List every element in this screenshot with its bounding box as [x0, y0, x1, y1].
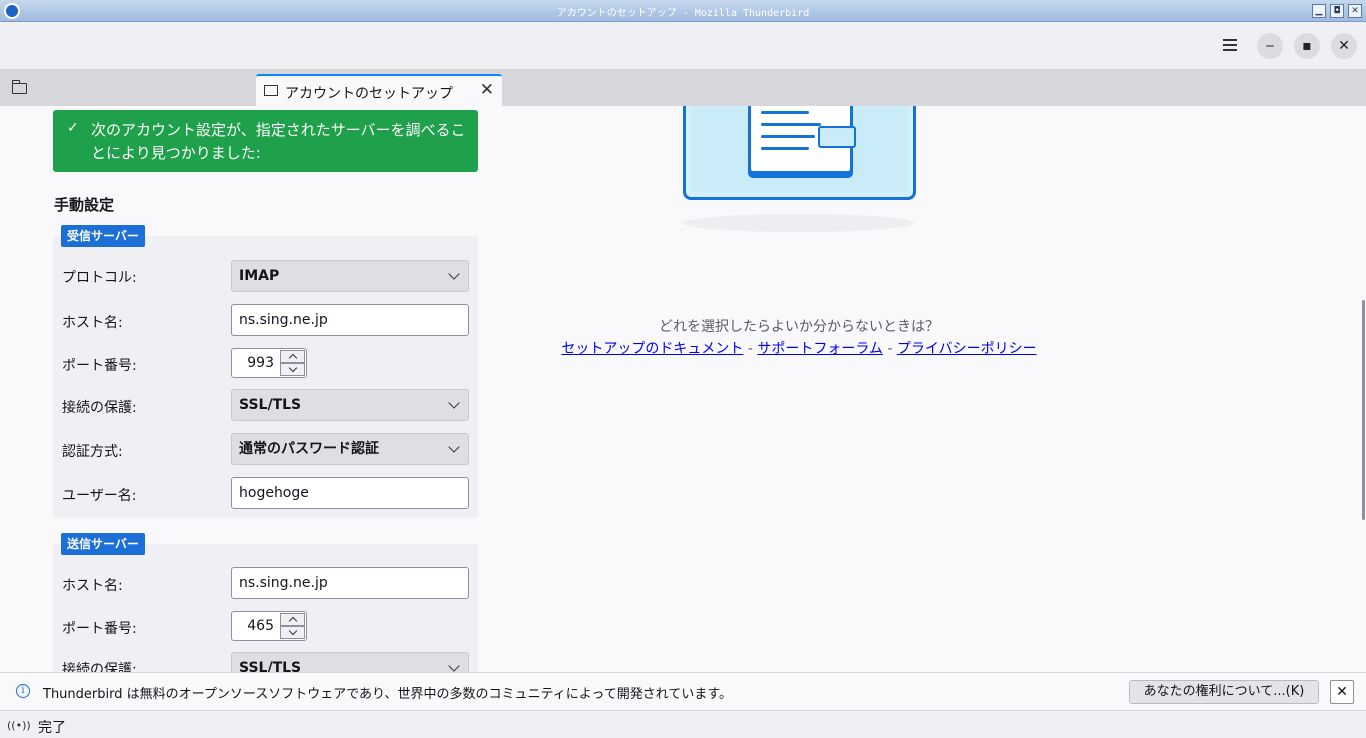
chevron-down-icon — [448, 441, 460, 453]
success-message: 次のアカウント設定が、指定されたサーバーを調べることにより見つかりました: — [91, 121, 466, 162]
outgoing-port-stepper[interactable]: 465 — [231, 611, 307, 641]
minimize-button[interactable]: ‒ — [1257, 33, 1283, 59]
close-button[interactable]: ✕ — [1331, 33, 1357, 59]
increment-icon[interactable] — [280, 350, 305, 363]
check-icon: ✓ — [67, 120, 79, 136]
increment-icon[interactable] — [280, 613, 305, 626]
chevron-down-icon — [448, 397, 460, 409]
status-text: 完了 — [38, 720, 66, 736]
incoming-security-select[interactable]: SSL/TLS — [231, 389, 469, 421]
incoming-security-label: 接続の保護: — [62, 400, 137, 416]
window-close-button[interactable]: ✕ — [1348, 4, 1362, 18]
outgoing-security-label: 接続の保護: — [62, 662, 137, 672]
incoming-port-stepper[interactable]: 993 — [231, 348, 307, 378]
privacy-policy-link[interactable]: プライバシーポリシー — [897, 341, 1037, 357]
outgoing-host-label: ホスト名: — [62, 578, 123, 594]
status-bar: ((•)) 完了 — [0, 710, 1366, 738]
link-separator: - — [743, 341, 758, 357]
envelope-icon — [264, 85, 278, 96]
chevron-down-icon — [448, 268, 460, 280]
incoming-host-label: ホスト名: — [62, 315, 123, 331]
tab-bar: アカウントのセットアップ ✕ — [0, 70, 1366, 106]
success-banner: ✓ 次のアカウント設定が、指定されたサーバーを調べることにより見つかりました: — [53, 110, 478, 172]
incoming-server-badge: 受信サーバー — [61, 225, 145, 247]
notification-close-icon[interactable]: ✕ — [1330, 680, 1354, 704]
window-titlebar: アカウントのセットアップ - Mozilla Thunderbird ▁ ◘ ✕ — [0, 0, 1366, 22]
window-title: アカウントのセットアップ - Mozilla Thunderbird — [556, 8, 810, 19]
help-links: セットアップのドキュメント - サポートフォーラム - プライバシーポリシー — [540, 338, 1058, 358]
content-scrollbar[interactable] — [1360, 106, 1366, 672]
account-setup-content: ✓ 次のアカウント設定が、指定されたサーバーを調べることにより見つかりました: … — [0, 106, 1366, 672]
notification-bar: i Thunderbird は無料のオープンソースソフトウェアであり、世界中の多… — [0, 672, 1366, 710]
setup-docs-link[interactable]: セットアップのドキュメント — [561, 341, 743, 357]
incoming-port-value: 993 — [247, 355, 274, 371]
protocol-label: プロトコル: — [62, 270, 137, 286]
maximize-button[interactable]: ▪ — [1294, 33, 1320, 59]
decrement-icon[interactable] — [280, 363, 305, 376]
menu-hamburger-icon[interactable] — [1221, 36, 1239, 54]
outgoing-port-value: 465 — [247, 618, 274, 634]
username-label: ユーザー名: — [62, 488, 137, 504]
tab-account-setup[interactable]: アカウントのセットアップ ✕ — [256, 74, 502, 106]
tab-close-icon[interactable]: ✕ — [480, 80, 494, 100]
outgoing-port-label: ポート番号: — [62, 621, 137, 637]
decrement-icon[interactable] — [280, 626, 305, 639]
info-icon: i — [16, 684, 30, 698]
outgoing-security-value: SSL/TLS — [239, 660, 302, 672]
username-input[interactable] — [231, 477, 469, 509]
tab-label: アカウントのセットアップ — [285, 86, 453, 102]
protocol-select[interactable]: IMAP — [231, 260, 469, 292]
incoming-port-label: ポート番号: — [62, 358, 137, 374]
manual-config-title: 手動設定 — [54, 196, 115, 214]
outgoing-server-badge: 送信サーバー — [61, 533, 145, 555]
activity-icon: ((•)) — [7, 719, 31, 732]
scrollbar-thumb[interactable] — [1362, 300, 1365, 520]
auth-method-label: 認証方式: — [62, 444, 123, 460]
main-toolbar: ‒ ▪ ✕ — [0, 22, 1366, 70]
protocol-select-value: IMAP — [239, 268, 280, 284]
help-question: どれを選択したらよいか分からないときは？ — [659, 319, 939, 335]
window-maximize-button[interactable]: ◘ — [1330, 4, 1344, 18]
know-your-rights-button[interactable]: あなたの権利について...(K) — [1129, 680, 1319, 704]
incoming-security-value: SSL/TLS — [239, 397, 302, 413]
notification-message: Thunderbird は無料のオープンソースソフトウェアであり、世界中の多数の… — [43, 687, 733, 702]
incoming-host-input[interactable] — [231, 304, 469, 336]
outgoing-host-input[interactable] — [231, 567, 469, 599]
window-minimize-button[interactable]: ▁ — [1312, 4, 1326, 18]
link-separator: - — [882, 341, 897, 357]
auth-method-select[interactable]: 通常のパスワード認証 — [231, 433, 469, 465]
tag-illustration — [818, 126, 856, 148]
illustration-shadow — [683, 214, 914, 232]
folder-icon[interactable] — [11, 80, 27, 94]
outgoing-security-select[interactable]: SSL/TLS — [231, 652, 469, 672]
support-forum-link[interactable]: サポートフォーラム — [757, 341, 883, 357]
chevron-down-icon — [448, 660, 460, 672]
auth-method-value: 通常のパスワード認証 — [239, 441, 379, 457]
